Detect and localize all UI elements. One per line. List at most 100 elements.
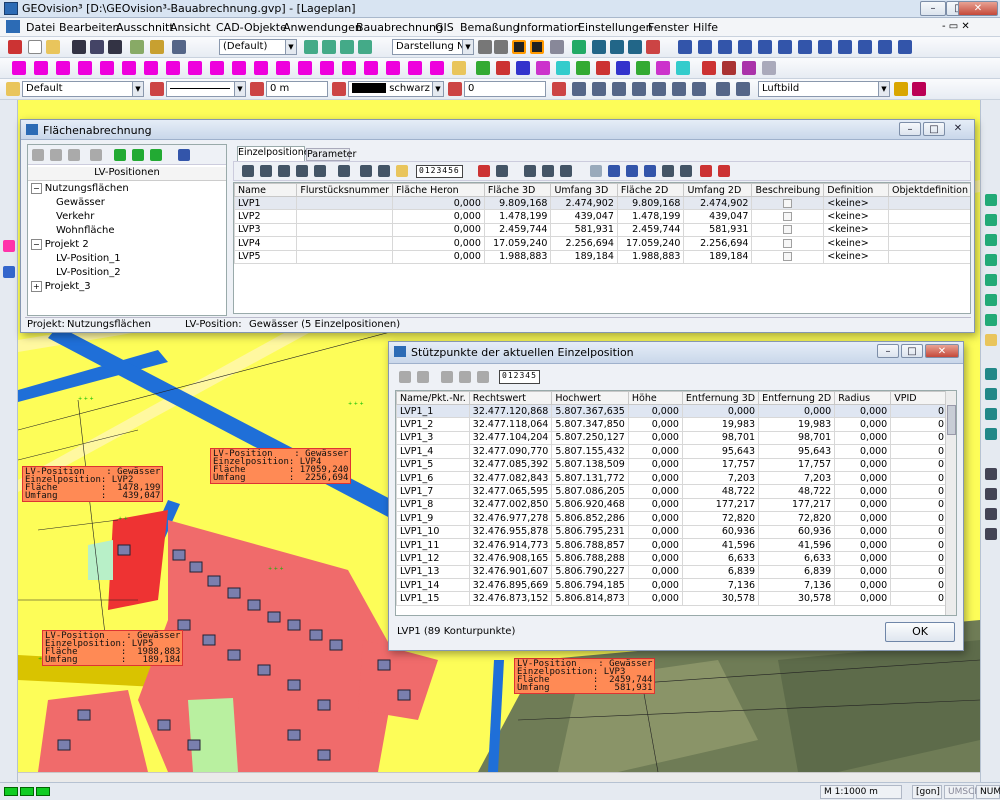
zoom-prev-icon[interactable] <box>985 274 997 286</box>
pos-mark-icon[interactable] <box>478 165 490 177</box>
snap-near-icon[interactable] <box>672 82 686 96</box>
table-row[interactable]: LVP1_3 32.477.104,204 5.807.250,127 0,000 98… <box>396 430 948 446</box>
point-add-icon[interactable] <box>399 371 411 383</box>
tree-options-icon[interactable] <box>178 149 190 161</box>
tree-calc-icon[interactable] <box>114 149 126 161</box>
zoom-icon[interactable] <box>304 40 318 54</box>
digits-selector[interactable]: 0123456 <box>416 165 463 178</box>
col-rechtswert[interactable]: Rechtswert <box>468 391 553 405</box>
edit-extend-icon[interactable] <box>596 61 610 75</box>
menu-information[interactable]: Information <box>517 21 581 34</box>
info-export-icon[interactable] <box>898 40 912 54</box>
pos-export-icon[interactable] <box>542 165 554 177</box>
table-row[interactable]: LVP1_11 32.476.914,773 5.806.788,857 0,000 4… <box>396 537 948 553</box>
draw-rect-icon[interactable] <box>166 61 180 75</box>
pos-insert-icon[interactable] <box>590 165 602 177</box>
delete-all-icon[interactable] <box>742 61 756 75</box>
menu-gis[interactable]: GIS <box>435 21 454 34</box>
info-distance-icon[interactable] <box>758 40 772 54</box>
snap-center-icon[interactable] <box>632 82 646 96</box>
pos-copy-icon[interactable] <box>278 165 290 177</box>
snap-perp-icon[interactable] <box>652 82 666 96</box>
view-settings-icon[interactable] <box>985 528 997 540</box>
cell-beschreibung[interactable] <box>751 236 825 251</box>
pan-right-icon[interactable] <box>985 388 997 400</box>
info-angle-icon[interactable] <box>778 40 792 54</box>
tree-item-projekt-3[interactable]: + Projekt_3 <box>31 281 91 292</box>
cross-icon[interactable] <box>494 40 508 54</box>
pos-list-icon[interactable] <box>524 165 536 177</box>
style-select[interactable]: (Default) ▼ <box>219 39 297 55</box>
points-scrollbar[interactable] <box>945 391 956 615</box>
color-icon[interactable] <box>448 82 462 96</box>
tree-item-lv-position-2[interactable]: LV-Position_2 <box>56 267 121 278</box>
print-icon[interactable] <box>108 40 122 54</box>
view-rotate-icon[interactable] <box>985 508 997 520</box>
cell-beschreibung[interactable] <box>751 222 825 238</box>
pos-split-icon[interactable] <box>662 165 674 177</box>
col-radius[interactable]: Radius <box>834 391 892 405</box>
darstellung-select[interactable]: Darstellung Nut ▼ <box>392 39 474 55</box>
properties-icon[interactable] <box>610 40 624 54</box>
pan-left-icon[interactable] <box>985 368 997 380</box>
status-scale[interactable]: M 1:1000 m <box>820 785 902 799</box>
pos-import-icon[interactable] <box>560 165 572 177</box>
minimize-button[interactable]: – <box>920 1 946 16</box>
col-hochwert[interactable]: Hochwert <box>551 391 629 405</box>
pos-delete-icon[interactable] <box>700 165 712 177</box>
close-button[interactable]: ✕ <box>958 1 998 16</box>
pos-select-icon[interactable] <box>314 165 326 177</box>
object-icon[interactable] <box>628 40 642 54</box>
col-flaeche-3d[interactable]: Fläche 3D <box>483 183 552 197</box>
tree-remove-icon[interactable] <box>50 149 62 161</box>
dialog1-minimize-button[interactable]: – <box>899 122 921 136</box>
edit-offset-icon[interactable] <box>556 61 570 75</box>
dialog2-minimize-button[interactable]: – <box>877 344 899 358</box>
description-button-icon[interactable] <box>783 238 793 248</box>
info-radius-icon[interactable] <box>818 40 832 54</box>
pos-properties-icon[interactable] <box>680 165 692 177</box>
save-icon[interactable] <box>72 40 86 54</box>
snap-end-icon[interactable] <box>592 82 606 96</box>
edit-chamfer-icon[interactable] <box>676 61 690 75</box>
menu-datei[interactable]: Datei <box>26 21 55 34</box>
zoom-scale-icon[interactable] <box>985 314 997 326</box>
snap-icon[interactable] <box>572 82 586 96</box>
line-icon[interactable] <box>478 40 492 54</box>
select-area-icon[interactable] <box>530 40 544 54</box>
table-row[interactable]: LVP1_15 32.476.873,152 5.806.814,873 0,000 3… <box>396 591 948 606</box>
menu-einstellungen[interactable]: Einstellungen <box>578 21 653 34</box>
copy-icon[interactable] <box>150 40 164 54</box>
grid-icon[interactable] <box>572 40 586 54</box>
view-icon[interactable] <box>985 468 997 480</box>
edit-join-icon[interactable] <box>636 61 650 75</box>
pos-down-icon[interactable] <box>626 165 638 177</box>
tree-calc-all-icon[interactable] <box>132 149 144 161</box>
table-row[interactable]: LVP1_2 32.477.118,064 5.807.347,850 0,000 19… <box>396 417 948 432</box>
linetype-select[interactable]: ▼ <box>166 81 246 97</box>
tool-mark-icon[interactable] <box>3 240 15 252</box>
col-flurstuecksnummer[interactable]: Flurstücksnummer <box>296 183 394 197</box>
tree-add-icon[interactable] <box>32 149 44 161</box>
menu-ausschnitt[interactable]: Ausschnitt <box>116 21 174 34</box>
draw-spline-icon[interactable] <box>100 61 114 75</box>
point-sort-icon[interactable] <box>477 371 489 383</box>
dialog2-digits-selector[interactable]: 012345 <box>499 370 540 384</box>
menu-bemassung[interactable]: Bemaßung <box>460 21 520 34</box>
edit-rotate-icon[interactable] <box>496 61 510 75</box>
cell-beschreibung[interactable] <box>751 195 825 211</box>
col-beschreibung[interactable]: Beschreibung <box>751 183 825 197</box>
mdi-window-controls[interactable]: - ▭ ✕ <box>942 21 970 32</box>
table-row[interactable]: LVP1_14 32.476.895,669 5.806.794,185 0,000 7… <box>396 578 948 593</box>
dialog2-maximize-button[interactable]: □ <box>901 344 923 358</box>
map-label-lvp5[interactable]: LV-Position : Gewässer Einzelposition: L… <box>42 630 184 666</box>
background-select[interactable]: Luftbild ▼ <box>758 81 890 97</box>
edit-trim-icon[interactable] <box>576 61 590 75</box>
layer-props-icon[interactable] <box>150 82 164 96</box>
dialog1-close-button[interactable]: ✕ <box>947 122 969 136</box>
layer-icon[interactable] <box>172 40 186 54</box>
col-umfang-3d[interactable]: Umfang 3D <box>550 183 618 197</box>
cell-beschreibung[interactable] <box>751 209 825 224</box>
draw-style-icon[interactable] <box>430 61 444 75</box>
pos-find-icon[interactable] <box>396 165 408 177</box>
